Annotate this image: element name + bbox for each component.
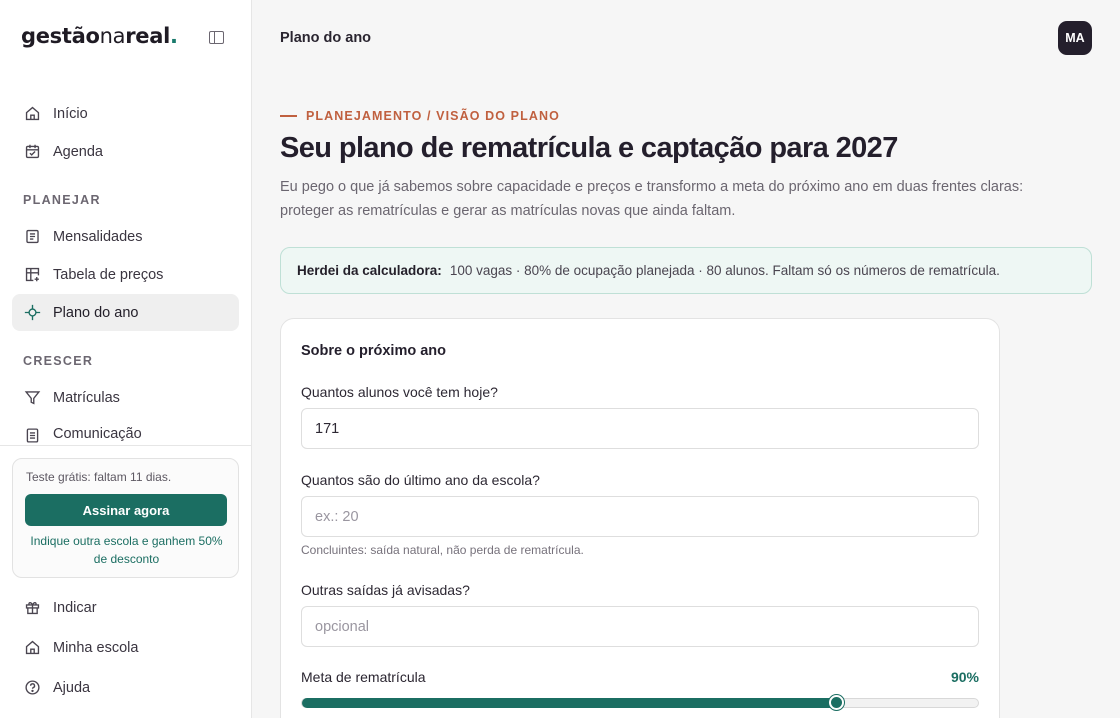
sidebar-item-label: Plano do ano xyxy=(53,304,139,321)
refer-link[interactable]: Indique outra escola e ganhem 50% de des… xyxy=(23,532,230,568)
subscribe-button[interactable]: Assinar agora xyxy=(25,494,227,526)
brand-logo[interactable]: gestãonareal. xyxy=(21,24,178,48)
funnel-icon xyxy=(23,389,41,407)
document-icon xyxy=(23,426,41,444)
slider-thumb[interactable] xyxy=(829,695,845,710)
trial-text: Teste grátis: faltam 11 dias. xyxy=(26,470,172,484)
receipt-icon xyxy=(23,228,41,246)
banner-label: Herdei da calculadora: xyxy=(297,263,442,278)
sidebar-item-inicio[interactable]: Início xyxy=(12,95,239,132)
current-students-input[interactable] xyxy=(301,408,979,449)
page-title: Seu plano de rematrícula e captação para… xyxy=(280,132,898,164)
sidebar-item-label: Tabela de preços xyxy=(53,266,164,283)
eyebrow-bar xyxy=(280,115,297,117)
target-icon xyxy=(23,304,41,322)
sidebar-item-minha-escola[interactable]: Minha escola xyxy=(12,629,239,666)
retention-goal-label: Meta de rematrícula xyxy=(301,669,426,685)
sidebar: gestãonareal. Início Agenda PLANEJAR Men… xyxy=(0,0,252,718)
section-label-crescer: CRESCER xyxy=(23,354,94,368)
retention-goal-value: 90% xyxy=(950,669,979,685)
sidebar-item-label: Minha escola xyxy=(53,639,139,656)
current-students-label: Quantos alunos você tem hoje? xyxy=(301,384,498,400)
retention-goal-row: Meta de rematrícula 90% xyxy=(301,669,979,685)
sidebar-item-label: Ajuda xyxy=(53,679,91,696)
sidebar-item-label: Indicar xyxy=(53,599,97,616)
sidebar-item-label: Agenda xyxy=(53,143,103,160)
sidebar-item-plano-do-ano[interactable]: Plano do ano xyxy=(12,294,239,331)
final-year-input[interactable] xyxy=(301,496,979,537)
calendar-icon xyxy=(23,143,41,161)
table-add-icon xyxy=(23,266,41,284)
banner-text: 100 vagas · 80% de ocupação planejada · … xyxy=(449,263,1000,278)
sidebar-item-label: Mensalidades xyxy=(53,228,143,245)
sidebar-item-indicar[interactable]: Indicar xyxy=(12,589,239,626)
next-year-card: Sobre o próximo ano Quantos alunos você … xyxy=(280,318,1000,718)
section-label-planejar: PLANEJAR xyxy=(23,193,101,207)
retention-goal-slider[interactable] xyxy=(301,695,979,710)
topbar: Plano do ano MA xyxy=(252,0,1120,76)
gift-icon xyxy=(23,599,41,617)
avatar[interactable]: MA xyxy=(1058,21,1092,55)
page-subtitle: Eu pego o que já sabemos sobre capacidad… xyxy=(280,179,1024,219)
sidebar-item-comunicacao[interactable]: Comunicação xyxy=(12,417,239,445)
sidebar-item-matriculas[interactable]: Matrículas xyxy=(12,379,239,416)
school-icon xyxy=(23,639,41,657)
sidebar-item-tabela-de-precos[interactable]: Tabela de preços xyxy=(12,256,239,293)
home-icon xyxy=(23,105,41,123)
breadcrumb: PLANEJAMENTO / VISÃO DO PLANO xyxy=(280,109,560,123)
trial-panel: Teste grátis: faltam 11 dias. Assinar ag… xyxy=(12,458,239,578)
other-exits-input[interactable] xyxy=(301,606,979,647)
topbar-title: Plano do ano xyxy=(280,30,372,46)
inherited-info-banner: Herdei da calculadora: 100 vagas · 80% d… xyxy=(280,247,1092,294)
sidebar-item-label: Comunicação xyxy=(53,426,142,442)
sidebar-item-label: Matrículas xyxy=(53,389,120,406)
breadcrumb-text: PLANEJAMENTO / VISÃO DO PLANO xyxy=(306,109,560,123)
card-title: Sobre o próximo ano xyxy=(301,343,447,359)
final-year-hint: Concluintes: saída natural, não perda de… xyxy=(301,543,584,557)
sidebar-item-ajuda[interactable]: Ajuda xyxy=(12,669,239,706)
sidebar-toggle-icon[interactable] xyxy=(209,31,224,44)
slider-fill xyxy=(302,698,837,708)
help-icon xyxy=(23,679,41,697)
sidebar-item-mensalidades[interactable]: Mensalidades xyxy=(12,218,239,255)
final-year-label: Quantos são do último ano da escola? xyxy=(301,472,540,488)
sidebar-item-agenda[interactable]: Agenda xyxy=(12,133,239,170)
sidebar-divider xyxy=(0,445,251,446)
sidebar-item-label: Início xyxy=(53,105,88,122)
other-exits-label: Outras saídas já avisadas? xyxy=(301,582,470,598)
